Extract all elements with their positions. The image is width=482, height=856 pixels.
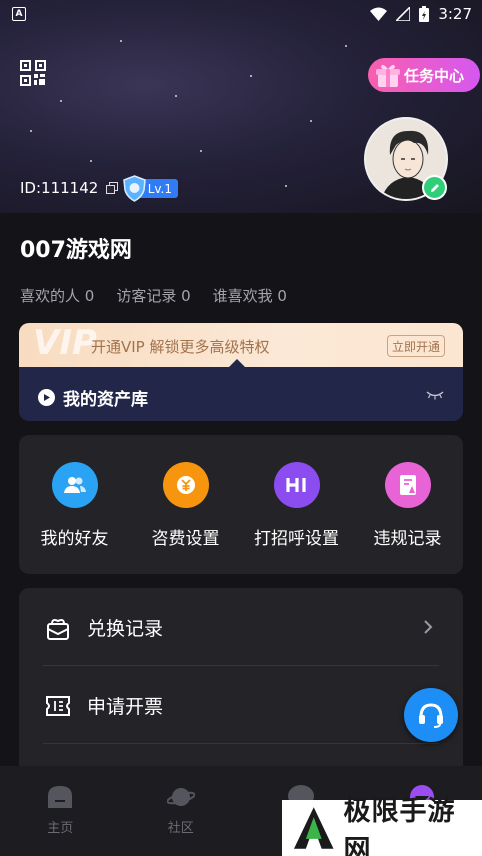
vip-card: VIP 开通VIP 解锁更多高级特权 立即开通 我的资产库 xyxy=(19,323,463,421)
settings-list: 兑换记录 申请开票 xyxy=(19,588,463,788)
edit-profile-button[interactable] xyxy=(422,175,447,200)
gift-box-icon xyxy=(47,618,69,640)
watermark: 极限手游网 xyxy=(282,796,482,856)
eye-closed-icon[interactable] xyxy=(426,390,444,400)
list-divider xyxy=(43,743,439,744)
quick-label: 咨费设置 xyxy=(151,529,220,549)
friends-icon xyxy=(51,462,98,508)
status-bar: A 3:27 xyxy=(0,0,482,28)
hi-icon xyxy=(273,462,320,508)
record-icon xyxy=(384,462,431,508)
status-time: 3:27 xyxy=(438,5,472,23)
chevron-right-icon xyxy=(424,620,433,634)
profile-header: A 3:27 任务中心 ID:111142 Lv.1 xyxy=(0,0,482,213)
app-notification-icon: A xyxy=(12,7,26,21)
vip-notch xyxy=(227,359,247,369)
vip-open-button[interactable]: 立即开通 xyxy=(387,335,445,357)
gift-icon xyxy=(376,64,400,87)
customer-service-button[interactable] xyxy=(404,688,458,742)
user-name: 007游戏网 xyxy=(20,238,132,263)
home-icon xyxy=(48,786,73,808)
qr-code-icon[interactable] xyxy=(20,60,46,86)
quick-label: 我的好友 xyxy=(40,529,109,549)
nav-label: 主页 xyxy=(47,821,74,836)
shield-icon xyxy=(123,175,146,202)
row-exchange-records[interactable]: 兑换记录 xyxy=(19,589,463,666)
vip-logo: VIP xyxy=(33,323,97,363)
quick-label: 打招呼设置 xyxy=(254,529,339,549)
battery-icon xyxy=(419,6,430,22)
task-center-label: 任务中心 xyxy=(404,66,465,85)
asset-library-label: 我的资产库 xyxy=(63,390,148,410)
pencil-icon xyxy=(430,183,439,192)
nav-home[interactable]: 主页 xyxy=(0,766,121,856)
row-label: 兑换记录 xyxy=(87,618,164,640)
vip-promo-text: 开通VIP 解锁更多高级特权 xyxy=(91,338,270,356)
planet-icon xyxy=(166,788,195,806)
quick-greeting-settings[interactable]: 打招呼设置 xyxy=(241,435,352,574)
profile-stats: 喜欢的人 0 访客记录 0 谁喜欢我 0 xyxy=(20,285,287,306)
row-apply-invoice[interactable]: 申请开票 xyxy=(19,667,463,744)
profile-screen: A 3:27 任务中心 ID:111142 Lv.1 007游戏网 喜欢的人 0… xyxy=(0,0,482,856)
headset-icon xyxy=(419,703,443,728)
quick-my-friends[interactable]: 我的好友 xyxy=(19,435,130,574)
row-label: 申请开票 xyxy=(87,696,164,718)
level-badge[interactable]: Lv.1 xyxy=(121,175,178,202)
copy-icon[interactable] xyxy=(106,182,119,194)
quick-actions: 我的好友 咨费设置 打招呼设置 违规记录 xyxy=(19,435,463,574)
nav-community[interactable]: 社区 xyxy=(121,766,242,856)
signal-icon xyxy=(396,7,411,21)
quick-label: 违规记录 xyxy=(373,529,442,549)
stat-visitor-records[interactable]: 访客记录 0 xyxy=(116,285,190,306)
nav-label: 社区 xyxy=(167,821,194,836)
list-divider xyxy=(43,665,439,666)
stat-who-likes-me[interactable]: 谁喜欢我 0 xyxy=(213,285,287,306)
watermark-text: 极限手游网 xyxy=(343,796,456,856)
quick-fee-settings[interactable]: 咨费设置 xyxy=(130,435,241,574)
quick-violation-records[interactable]: 违规记录 xyxy=(352,435,463,574)
watermark-logo xyxy=(293,807,334,849)
coin-icon xyxy=(162,462,209,508)
wifi-icon xyxy=(370,7,388,21)
asset-library[interactable]: 我的资产库 xyxy=(38,385,148,410)
user-id-text: ID:111142 xyxy=(20,179,99,197)
ticket-icon xyxy=(46,695,70,716)
vip-banner[interactable]: VIP 开通VIP 解锁更多高级特权 立即开通 xyxy=(19,323,463,369)
play-icon xyxy=(38,389,55,406)
task-center-button[interactable]: 任务中心 xyxy=(368,58,480,92)
stat-liked-people[interactable]: 喜欢的人 0 xyxy=(20,285,94,306)
user-id: ID:111142 xyxy=(20,179,119,197)
